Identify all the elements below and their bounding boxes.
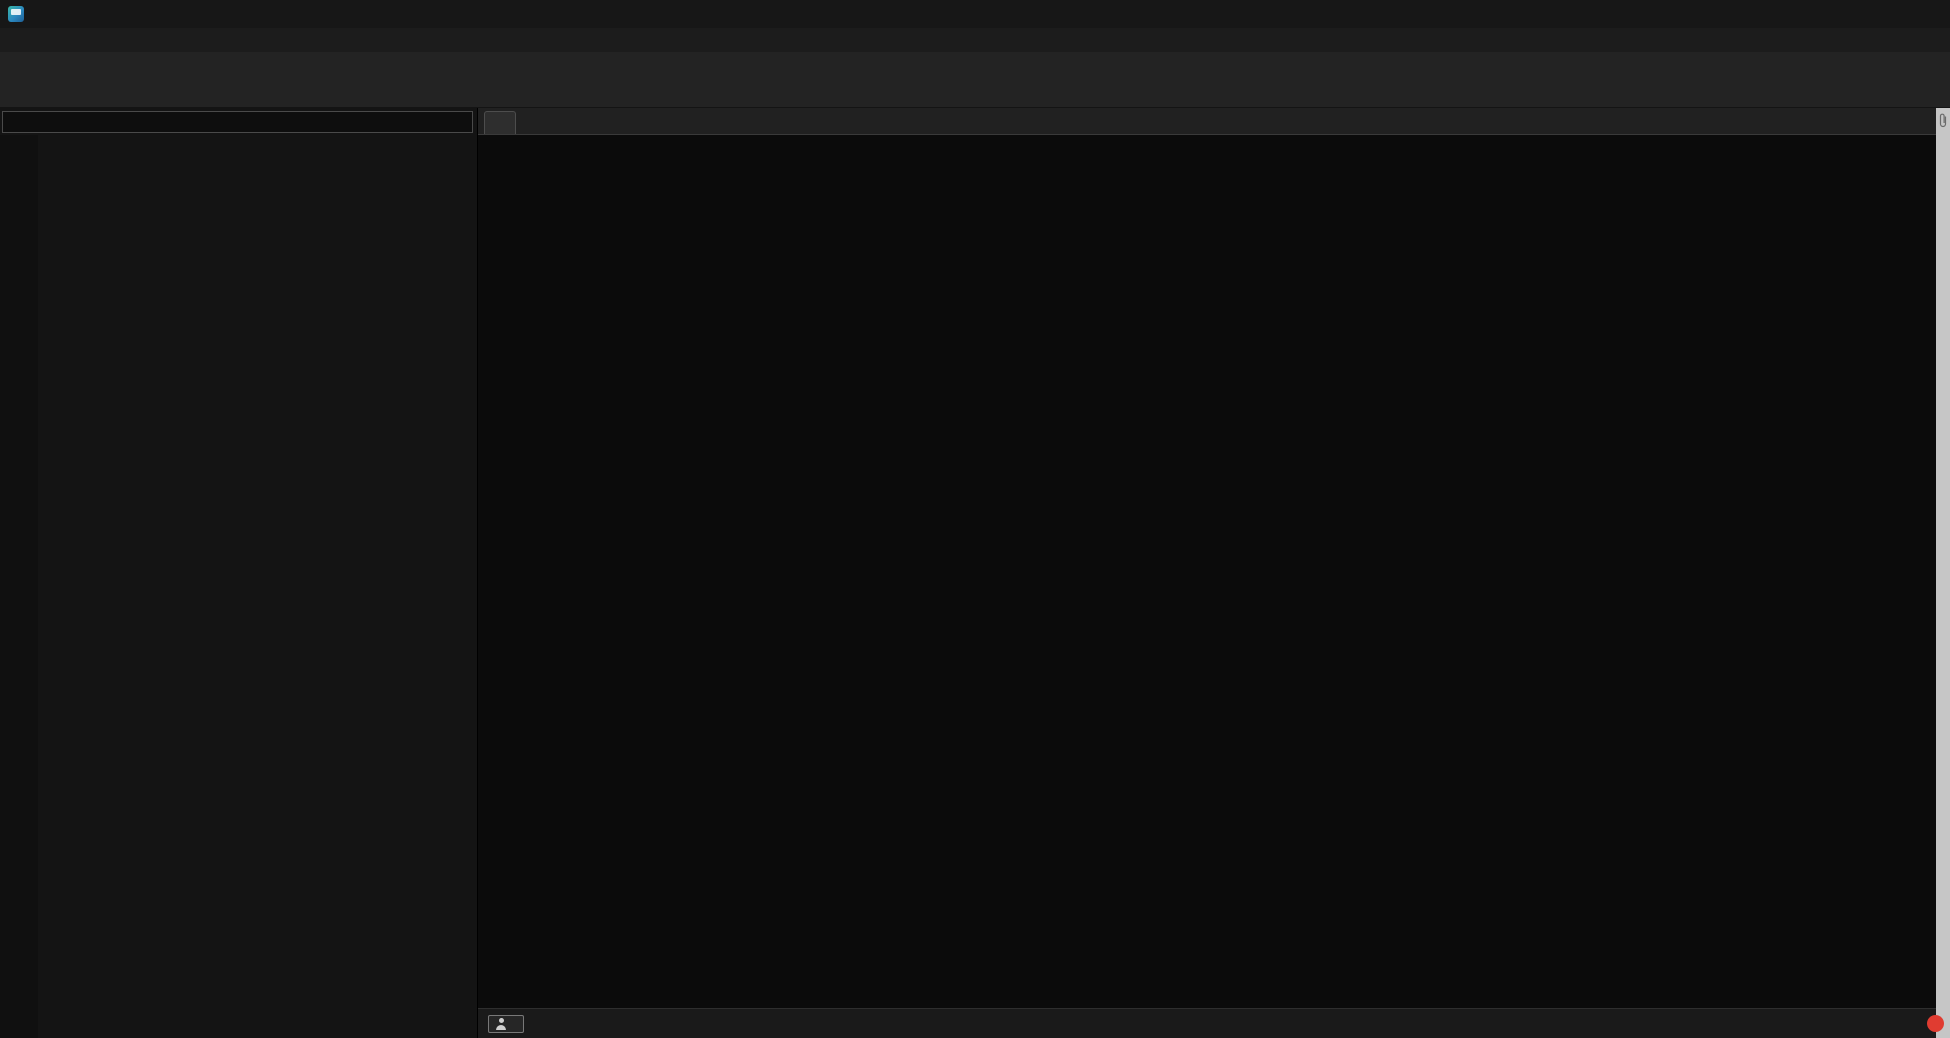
quick-connect [0,108,477,135]
app-icon [8,6,24,22]
right-scrollbar[interactable] [1936,108,1950,1038]
menubar [0,28,1950,52]
quick-connect-input[interactable] [2,111,473,133]
tabbar-tabs [478,108,1936,135]
sidebar [0,108,478,1038]
notification-close-button[interactable] [1927,1015,1944,1032]
home-tab[interactable] [484,111,516,134]
window-controls [1814,1,1946,27]
toolbar [0,52,1950,108]
maximize-button[interactable] [1858,1,1902,27]
minimize-button[interactable] [1814,1,1858,27]
status-bar [478,1008,1936,1038]
session-tree [38,135,477,1038]
content-area [478,108,1936,1038]
titlebar [0,0,1950,28]
user-icon [495,1018,507,1030]
sidebar-rail [0,135,38,1038]
paperclip-icon[interactable] [1937,112,1949,130]
sidebar-lower [0,135,477,1038]
user-session-button[interactable] [488,1015,524,1033]
close-button[interactable] [1902,1,1946,27]
mobaxterm-window [0,0,1950,1038]
terminal-output[interactable] [478,135,1936,1008]
main-area [0,108,1950,1038]
